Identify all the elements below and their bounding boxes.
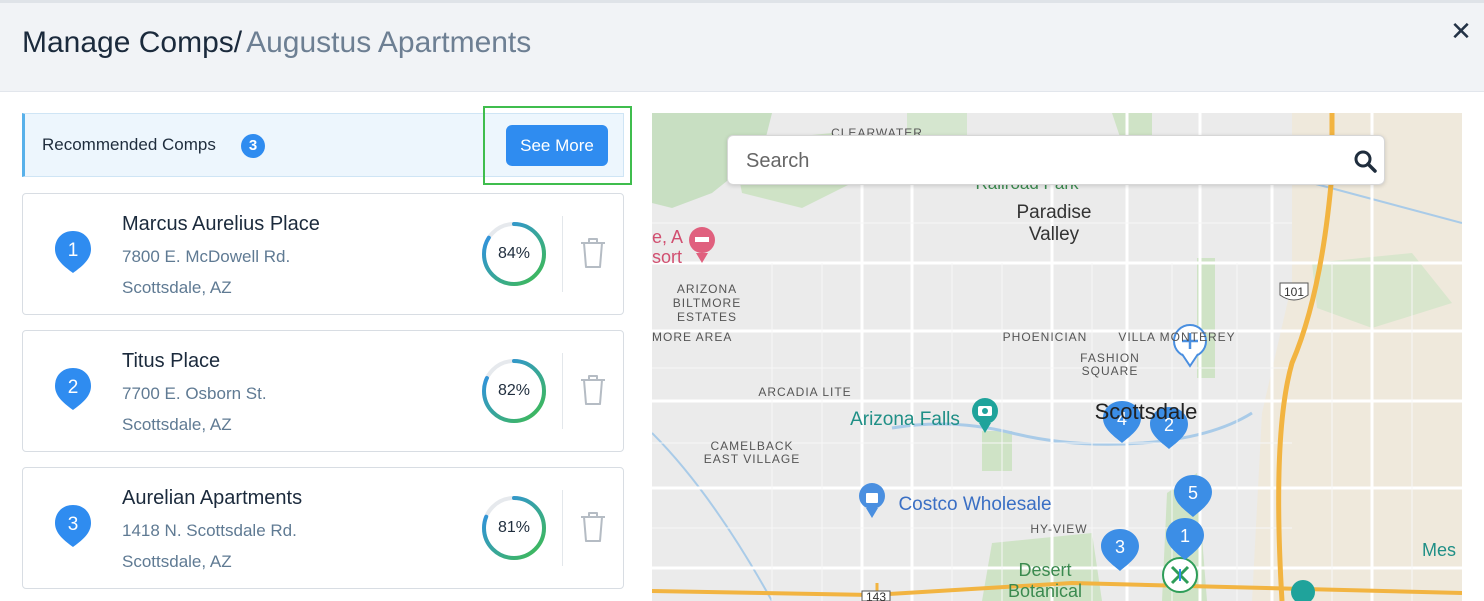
svg-text:143: 143 (866, 590, 886, 601)
map-label: BILTMORE (673, 296, 741, 310)
map-canvas[interactable]: 101 143 4 2 5 1 3 CLEARWATER Paradise Va… (652, 113, 1462, 601)
comp-name: Marcus Aurelius Place (122, 213, 320, 235)
map-label: VILLA MONTEREY (1118, 330, 1235, 344)
map-label: CAMELBACK (710, 439, 793, 453)
map-label: FASHION (1080, 351, 1140, 365)
map-label: Valley (1029, 224, 1080, 245)
comp-name: Aurelian Apartments (122, 487, 303, 509)
comp-rank: 1 (68, 240, 79, 261)
comp-address-line2: Scottsdale, AZ (122, 552, 232, 571)
close-icon[interactable]: ✕ (1449, 18, 1473, 44)
map-label: ARIZONA (677, 282, 737, 296)
map-view[interactable]: 101 143 4 2 5 1 3 CLEARWATER Paradise Va… (652, 113, 1462, 601)
subject-property-marker-icon[interactable] (1162, 557, 1198, 593)
map-label: Scottsdale (1095, 399, 1198, 424)
map-pin-icon: 1 (55, 231, 91, 273)
map-label: e, A (652, 227, 683, 247)
trash-icon[interactable] (579, 511, 607, 543)
match-score-label: 82% (497, 382, 531, 399)
comp-rank: 2 (68, 377, 79, 398)
svg-text:3: 3 (1115, 537, 1125, 557)
match-score-label: 84% (497, 245, 531, 262)
comp-card[interactable]: 3 Aurelian Apartments 1418 N. Scottsdale… (22, 467, 624, 589)
highway-shield-143: 143 (861, 590, 891, 601)
map-label: Mes (1422, 540, 1456, 560)
map-pin-icon: 3 (55, 505, 91, 547)
map-label: SQUARE (1082, 364, 1139, 378)
page-title: Manage Comps/Augustus Apartments (22, 24, 531, 62)
map-label: ARCADIA LITE (758, 385, 851, 399)
trash-icon[interactable] (579, 374, 607, 406)
header-top-border (0, 0, 1484, 3)
map-search-box (727, 135, 1385, 185)
comp-card[interactable]: 1 Marcus Aurelius Place 7800 E. McDowell… (22, 193, 624, 315)
svg-text:1: 1 (1180, 526, 1190, 546)
see-more-button[interactable]: See More (506, 125, 608, 166)
recommended-count-badge: 3 (241, 134, 265, 158)
map-label: MORE AREA (652, 330, 732, 344)
comp-address-line2: Scottsdale, AZ (122, 415, 232, 434)
comp-address-line1: 7700 E. Osborn St. (122, 384, 267, 403)
map-label: ESTATES (677, 310, 737, 324)
match-score-label: 81% (497, 519, 531, 536)
trash-icon[interactable] (579, 237, 607, 269)
map-label: Costco Wholesale (898, 494, 1051, 515)
map-label: EAST VILLAGE (704, 452, 801, 466)
map-label: PHOENICIAN (1003, 330, 1088, 344)
map-pin-icon: 2 (55, 368, 91, 410)
comp-card[interactable]: 2 Titus Place 7700 E. Osborn St. Scottsd… (22, 330, 624, 452)
search-icon[interactable] (1353, 149, 1377, 173)
comp-rank: 3 (68, 514, 79, 535)
card-divider (562, 353, 563, 429)
modal-header: Manage Comps/Augustus Apartments ✕ (0, 0, 1484, 92)
map-label: Botanical (1008, 581, 1082, 601)
map-label: Arizona Falls (850, 409, 960, 430)
map-label: HY-VIEW (1030, 522, 1087, 536)
recommended-comps-label: Recommended Comps (42, 135, 216, 154)
card-divider (562, 216, 563, 292)
svg-text:101: 101 (1284, 285, 1304, 299)
title-property: Augustus Apartments (246, 26, 532, 59)
map-search-input[interactable] (746, 146, 1326, 176)
card-divider (562, 490, 563, 566)
comp-address-line2: Scottsdale, AZ (122, 278, 232, 297)
comp-address-line1: 1418 N. Scottsdale Rd. (122, 521, 297, 540)
comp-address-line1: 7800 E. McDowell Rd. (122, 247, 291, 266)
map-label: Desert (1018, 560, 1071, 580)
comp-name: Titus Place (122, 350, 221, 372)
map-label: Paradise (1017, 202, 1092, 223)
svg-text:5: 5 (1188, 483, 1198, 503)
map-label: sort (652, 247, 682, 267)
highway-shield-101: 101 (1279, 282, 1309, 301)
title-prefix: Manage Comps/ (22, 26, 243, 59)
